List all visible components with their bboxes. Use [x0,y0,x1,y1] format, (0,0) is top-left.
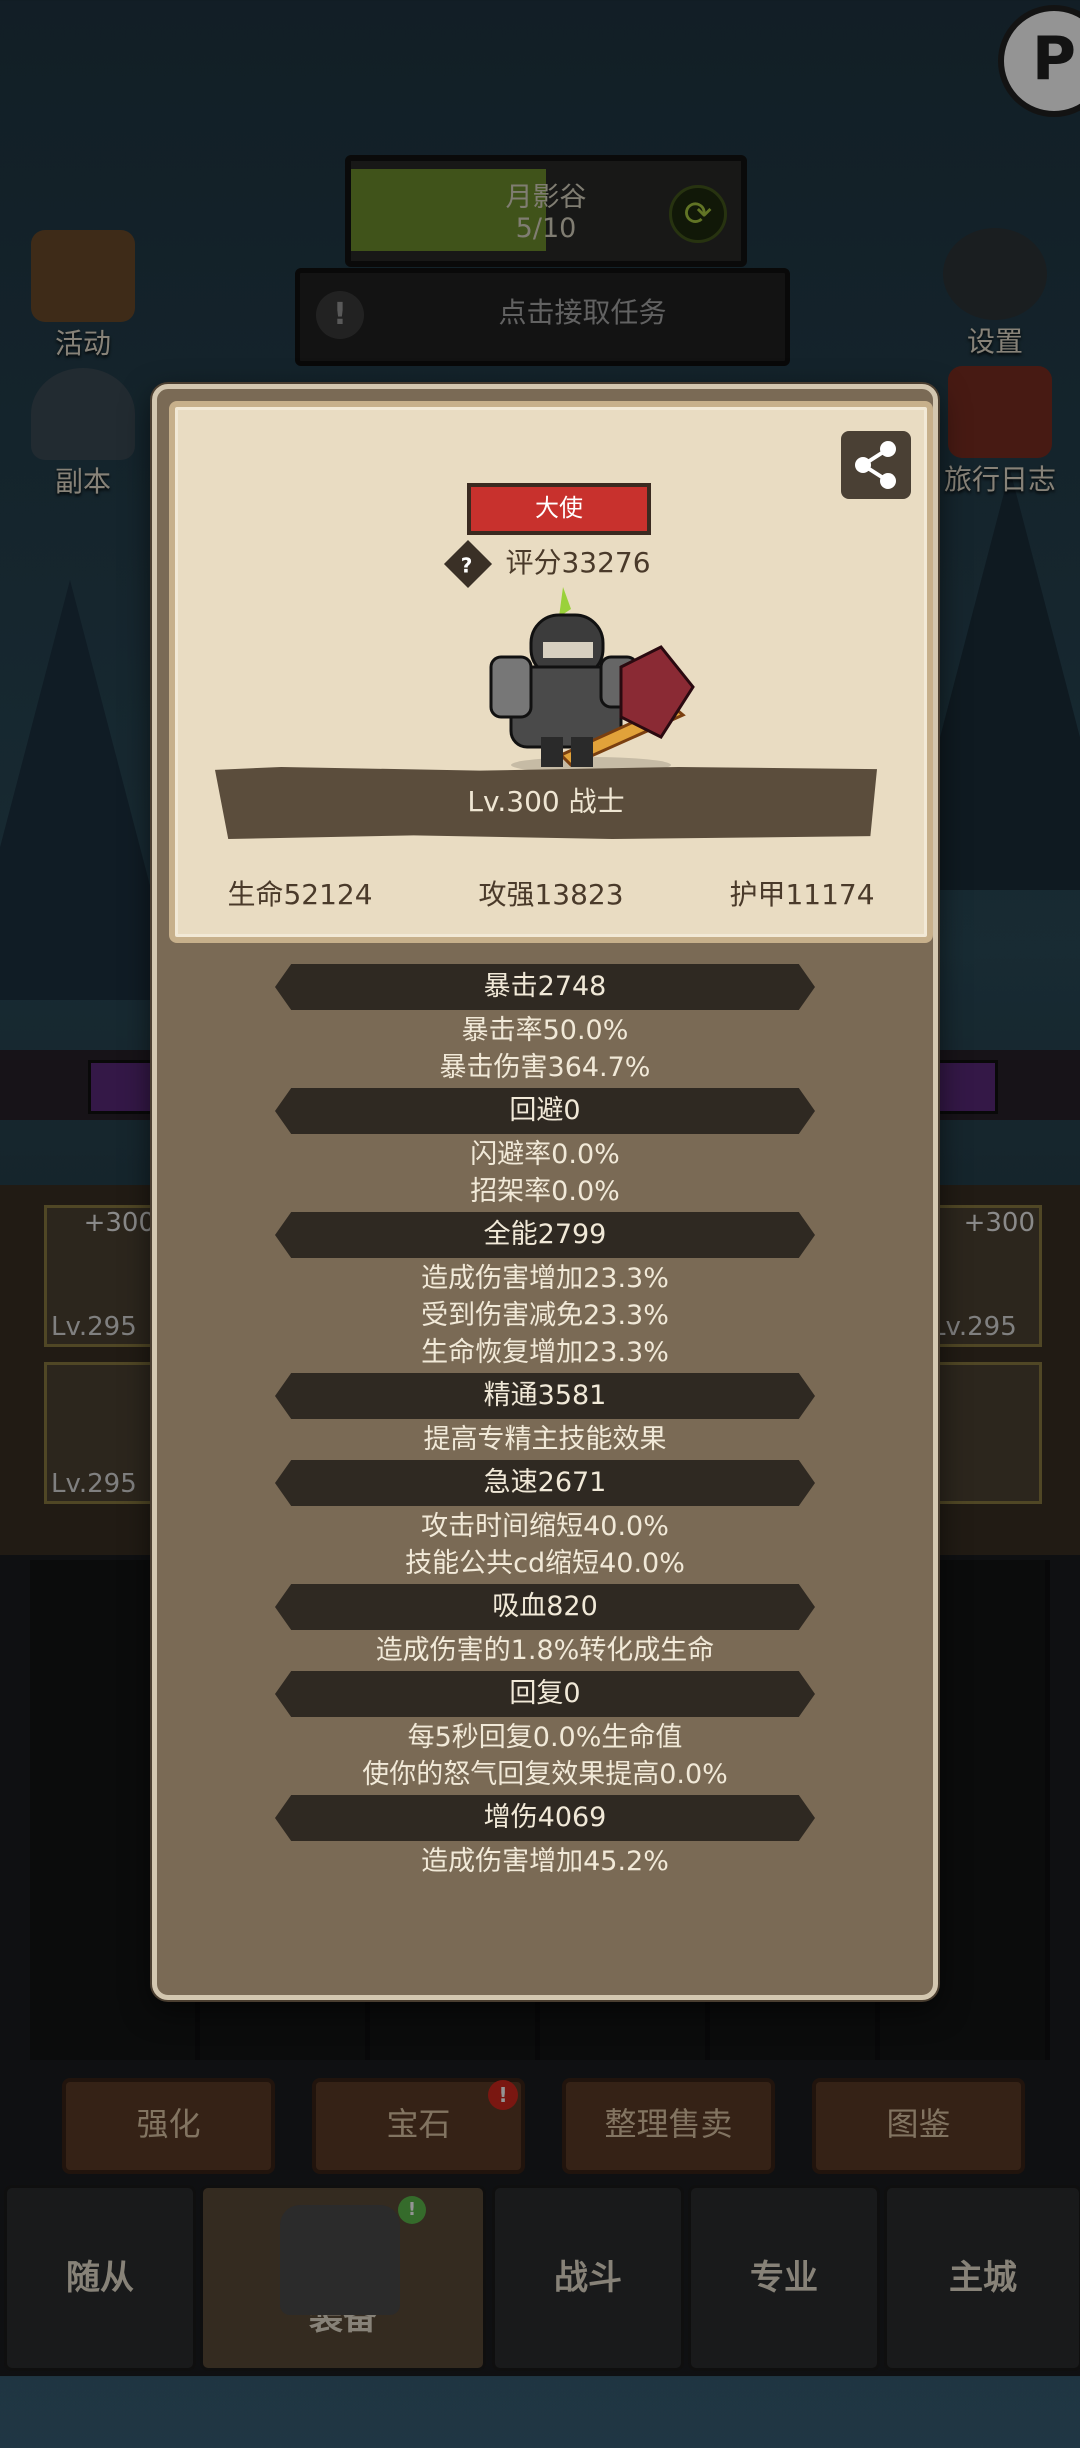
core-stats-row: 生命52124 攻强13823 护甲11174 [175,873,927,913]
attribute-group: 增伤4069 造成伤害增加45.2% [157,1795,933,1882]
attribute-group: 急速2671 攻击时间缩短40.0% 技能公共cd缩短40.0% [157,1460,933,1584]
share-icon [855,441,896,489]
attribute-detail: 造成伤害增加45.2% [421,1846,669,1877]
rank-badge: 大使 [467,483,651,535]
attribute-group: 暴击2748 暴击率50.0% 暴击伤害364.7% [157,964,933,1088]
help-icon[interactable]: ? [444,539,493,589]
attribute-detail: 暴击伤害364.7% [439,1052,651,1083]
attribute-header: 增伤4069 [275,1795,815,1841]
attribute-header: 回避0 [275,1088,815,1134]
attribute-detail: 生命恢复增加23.3% [421,1337,669,1368]
hp-stat: 生命52124 [227,878,373,911]
attribute-group: 吸血820 造成伤害的1.8%转化成生命 [157,1584,933,1671]
share-button[interactable] [841,431,911,499]
attribute-detail: 受到伤害减免23.3% [421,1300,669,1331]
score-text: 评分33276 [505,546,651,579]
attribute-detail: 提高专精主技能效果 [423,1424,667,1455]
attribute-group: 回复0 每5秒回复0.0%生命值使你的怒气回复效果提高0.0% [157,1671,933,1795]
attribute-header: 暴击2748 [275,964,815,1010]
attribute-header: 急速2671 [275,1460,815,1506]
score-row: ? 评分33276 [175,539,927,589]
attribute-group: 回避0 闪避率0.0% 招架率0.0% [157,1088,933,1212]
attribute-group: 全能2799 造成伤害增加23.3% 受到伤害减免23.3% 生命恢复增加23.3% [157,1212,933,1373]
character-stats-panel: 大使 ? 评分33276 Lv.300 战士 生命52124 攻强13823 护甲… [152,384,938,2000]
warrior-avatar-image [489,587,695,773]
attribute-detail: 暴击率50.0% [461,1015,629,1046]
attribute-header: 精通3581 [275,1373,815,1419]
attribute-detail: 攻击时间缩短40.0% [421,1511,669,1542]
armor-stat: 护甲11174 [729,878,875,911]
attribute-list: 暴击2748 暴击率50.0% 暴击伤害364.7% 回避0 闪避率0.0% 招架率0.0… [157,964,933,1882]
attribute-group: 精通3581 提高专精主技能效果 [157,1373,933,1460]
attribute-detail: 使你的怒气回复效果提高0.0% [362,1759,728,1790]
attribute-detail: 闪避率0.0% [470,1139,620,1170]
attribute-header: 吸血820 [275,1584,815,1630]
attribute-detail: 每5秒回复0.0%生命值 [407,1722,683,1753]
attribute-detail: 造成伤害增加23.3% [421,1263,669,1294]
character-card: 大使 ? 评分33276 Lv.300 战士 生命52124 攻强13823 护甲… [169,401,933,943]
attribute-header: 回复0 [275,1671,815,1717]
attribute-detail: 造成伤害的1.8%转化成生命 [375,1635,715,1666]
attribute-header: 全能2799 [275,1212,815,1258]
level-class-band: Lv.300 战士 [215,767,877,839]
attack-stat: 攻强13823 [478,878,624,911]
attribute-detail: 技能公共cd缩短40.0% [405,1548,685,1579]
attribute-detail: 招架率0.0% [470,1176,620,1207]
